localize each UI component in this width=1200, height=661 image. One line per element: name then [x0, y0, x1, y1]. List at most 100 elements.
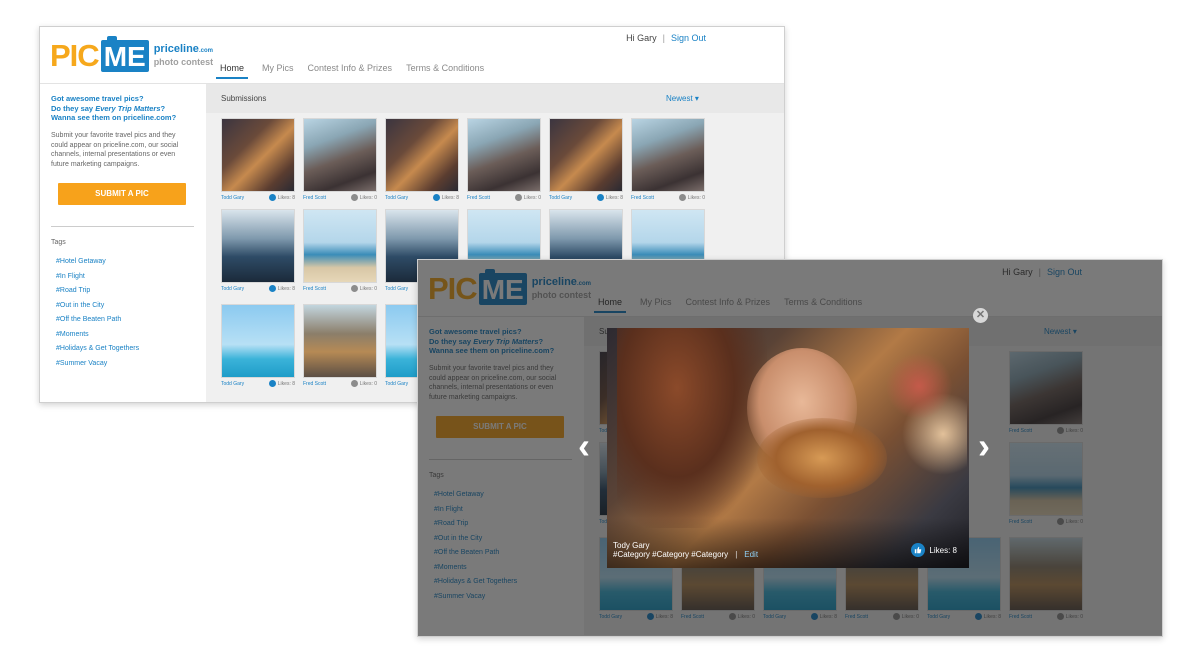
- photo-thumbnail[interactable]: [303, 118, 377, 192]
- photo-meta: Fred Scott Likes: 0: [467, 193, 541, 203]
- photo-author[interactable]: Todd Gary: [221, 379, 244, 389]
- thumbs-up-icon[interactable]: [432, 194, 440, 202]
- photo-card[interactable]: Fred Scott Likes: 0: [303, 304, 377, 389]
- photo-thumbnail[interactable]: [303, 304, 377, 378]
- photo-card[interactable]: Todd Gary Likes: 8: [385, 118, 459, 203]
- photo-likes[interactable]: Likes: 8: [268, 379, 295, 389]
- thumbs-up-icon[interactable]: [514, 194, 522, 202]
- thumbs-up-icon[interactable]: [268, 194, 276, 202]
- photo-author[interactable]: Fred Scott: [303, 379, 326, 389]
- photo-card[interactable]: Fred Scott Likes: 0: [467, 118, 541, 203]
- tag-link[interactable]: #Holidays & Get Togethers: [56, 342, 139, 357]
- thumbs-up-icon[interactable]: [911, 543, 926, 557]
- photo-card[interactable]: Todd Gary Likes: 8: [221, 304, 295, 389]
- photo-meta: Todd Gary Likes: 8: [221, 379, 295, 389]
- photo-thumbnail[interactable]: [221, 209, 295, 283]
- logo-brand-name: priceline: [153, 43, 199, 55]
- sort-dropdown[interactable]: Newest ▾: [666, 94, 699, 103]
- lightbox-photo[interactable]: Tody Gary #Category #Category #Category |…: [607, 328, 969, 568]
- tag-link[interactable]: #In Flight: [56, 270, 139, 285]
- caption-separator: |: [735, 550, 738, 559]
- photo-author[interactable]: Fred Scott: [303, 193, 326, 203]
- lightbox-categories: #Category #Category #Category | Edit: [613, 550, 758, 559]
- photo-meta: Todd Gary Likes: 8: [385, 193, 459, 203]
- submit-pic-button[interactable]: SUBMIT A PIC: [58, 183, 186, 205]
- site-logo[interactable]: PIC ME priceline.com photo contest: [50, 36, 214, 74]
- edit-link[interactable]: Edit: [744, 550, 758, 559]
- tags-list: #Hotel Getaway #In Flight #Road Trip #Ou…: [56, 255, 139, 371]
- tab-contest-info[interactable]: Contest Info & Prizes: [308, 63, 393, 79]
- submissions-header: Submissions Newest ▾: [206, 84, 784, 113]
- tag-link[interactable]: #Out in the City: [56, 299, 139, 314]
- photo-subject-hair: [617, 328, 767, 528]
- likes-count: Likes: 0: [359, 195, 377, 201]
- logo-wordmark: priceline.com photo contest: [154, 44, 214, 68]
- photo-thumbnail[interactable]: [303, 209, 377, 283]
- photo-likes[interactable]: Likes: 8: [268, 284, 295, 294]
- photo-thumbnail[interactable]: [221, 118, 295, 192]
- promo-line-2: Do they say Every Trip Matters?: [51, 104, 176, 114]
- logo-subtitle: photo contest: [153, 57, 214, 67]
- lightbox-author[interactable]: Tody Gary: [613, 541, 649, 550]
- photo-thumbnail[interactable]: [385, 118, 459, 192]
- user-bar: Hi Gary | Sign Out: [626, 33, 706, 43]
- photo-likes[interactable]: Likes: 0: [350, 379, 377, 389]
- chevron-right-icon[interactable]: ›: [978, 428, 990, 464]
- thumbs-up-icon[interactable]: [268, 380, 276, 388]
- photo-thumbnail[interactable]: [221, 304, 295, 378]
- photo-author[interactable]: Todd Gary: [385, 379, 408, 389]
- sidebar-divider: [51, 226, 194, 227]
- promo-text: Got awesome travel pics? Do they say Eve…: [51, 94, 176, 123]
- photo-card[interactable]: Todd Gary Likes: 8: [221, 118, 295, 203]
- chevron-left-icon[interactable]: ‹: [578, 428, 590, 464]
- photo-thumbnail[interactable]: [467, 118, 541, 192]
- photo-likes[interactable]: Likes: 8: [596, 193, 623, 203]
- lightbox-category-tags[interactable]: #Category #Category #Category: [613, 550, 728, 559]
- tab-my-pics[interactable]: My Pics: [262, 63, 294, 79]
- tab-home[interactable]: Home: [216, 63, 249, 79]
- photo-likes[interactable]: Likes: 0: [678, 193, 705, 203]
- lightbox-likes[interactable]: Likes: 8: [911, 543, 957, 557]
- likes-count: Likes: 8: [441, 195, 459, 201]
- photo-author[interactable]: Todd Gary: [221, 193, 244, 203]
- close-icon[interactable]: ✕: [973, 308, 988, 323]
- photo-card[interactable]: Todd Gary Likes: 8: [221, 209, 295, 294]
- photo-card[interactable]: Fred Scott Likes: 0: [631, 118, 705, 203]
- tab-terms[interactable]: Terms & Conditions: [406, 63, 484, 79]
- photo-card[interactable]: Fred Scott Likes: 0: [303, 118, 377, 203]
- photo-likes[interactable]: Likes: 8: [432, 193, 459, 203]
- tag-link[interactable]: #Off the Beaten Path: [56, 313, 139, 328]
- photo-likes[interactable]: Likes: 0: [350, 193, 377, 203]
- photo-meta: Fred Scott Likes: 0: [303, 193, 377, 203]
- thumbs-up-icon[interactable]: [350, 194, 358, 202]
- photo-card[interactable]: Todd Gary Likes: 8: [549, 118, 623, 203]
- thumbs-up-icon[interactable]: [350, 285, 358, 293]
- photo-likes[interactable]: Likes: 0: [350, 284, 377, 294]
- sign-out-link[interactable]: Sign Out: [671, 33, 706, 43]
- thumbs-up-icon[interactable]: [268, 285, 276, 293]
- photo-likes[interactable]: Likes: 8: [268, 193, 295, 203]
- photo-likes[interactable]: Likes: 0: [514, 193, 541, 203]
- main-nav: Home My Pics Contest Info & Prizes Terms…: [216, 63, 498, 79]
- tag-link[interactable]: #Moments: [56, 328, 139, 343]
- photo-author[interactable]: Fred Scott: [631, 193, 654, 203]
- tag-link[interactable]: #Summer Vacay: [56, 357, 139, 372]
- photo-author[interactable]: Todd Gary: [385, 193, 408, 203]
- photo-meta: Fred Scott Likes: 0: [631, 193, 705, 203]
- likes-count: Likes: 0: [359, 381, 377, 387]
- tag-link[interactable]: #Road Trip: [56, 284, 139, 299]
- photo-card[interactable]: Fred Scott Likes: 0: [303, 209, 377, 294]
- photo-thumbnail[interactable]: [549, 118, 623, 192]
- user-greeting: Hi Gary: [626, 33, 657, 43]
- likes-count: Likes: 8: [605, 195, 623, 201]
- photo-author[interactable]: Todd Gary: [221, 284, 244, 294]
- photo-thumbnail[interactable]: [631, 118, 705, 192]
- thumbs-up-icon[interactable]: [596, 194, 604, 202]
- thumbs-up-icon[interactable]: [678, 194, 686, 202]
- photo-author[interactable]: Fred Scott: [303, 284, 326, 294]
- thumbs-up-icon[interactable]: [350, 380, 358, 388]
- photo-author[interactable]: Fred Scott: [467, 193, 490, 203]
- tag-link[interactable]: #Hotel Getaway: [56, 255, 139, 270]
- photo-author[interactable]: Todd Gary: [549, 193, 572, 203]
- photo-author[interactable]: Todd Gary: [385, 284, 408, 294]
